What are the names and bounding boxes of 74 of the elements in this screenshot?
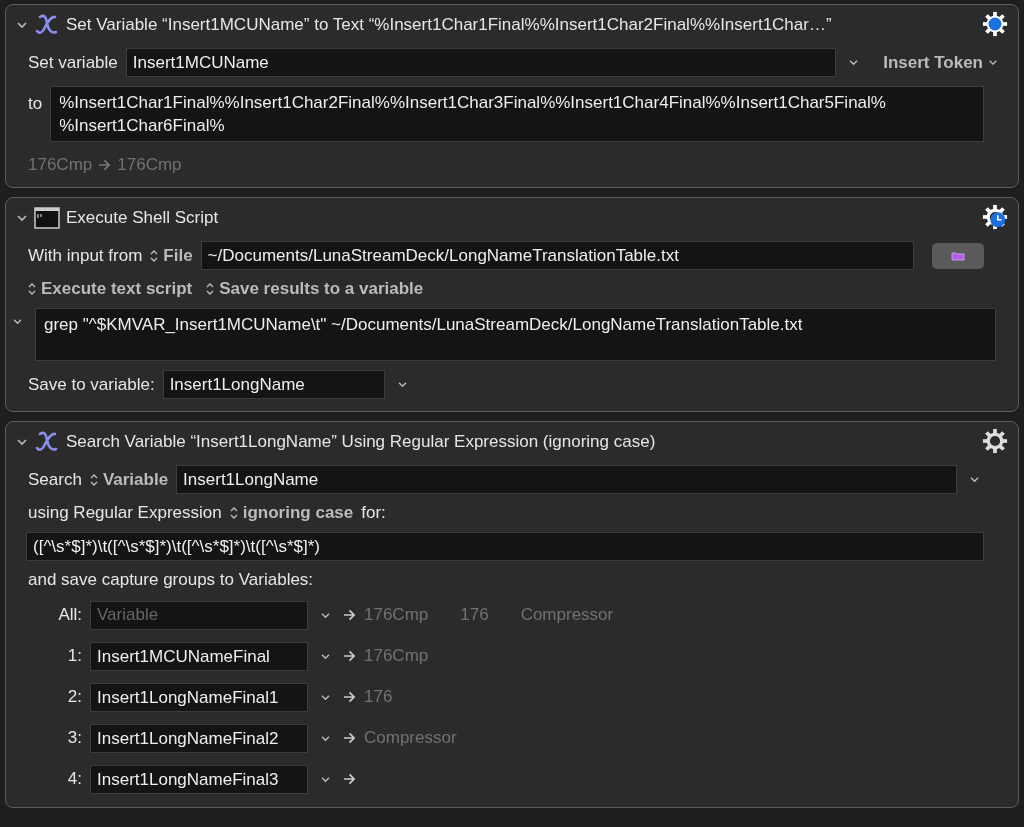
dropdown-chevron-icon[interactable] (320, 652, 331, 660)
variable-field[interactable]: Insert1MCUNameFinal (90, 641, 308, 671)
result-text: Compressor (520, 605, 614, 625)
updown-arrows-icon (28, 283, 36, 295)
result-text: 176Cmp (364, 646, 429, 666)
field-label: Set variable (28, 52, 118, 73)
updown-arrows-icon (89, 473, 98, 486)
action-title: Execute Shell Script (66, 208, 220, 228)
field-label: With input from (28, 245, 143, 266)
insert-token-button[interactable]: Insert Token (871, 52, 998, 73)
result-text: Compressor (364, 728, 457, 748)
dropdown-chevron-icon[interactable] (396, 381, 408, 388)
dropdown-chevron-icon[interactable] (969, 476, 980, 483)
dropdown-chevron-icon[interactable] (320, 734, 331, 742)
case-option-popup[interactable]: ignoring case (229, 503, 354, 523)
variable-field[interactable]: Insert1LongNameFinal3 (90, 764, 308, 794)
dropdown-chevron-icon[interactable] (320, 611, 331, 619)
terminal-icon (34, 207, 60, 229)
arrow-icon (343, 650, 356, 662)
capture-label: 1: (66, 646, 82, 666)
updown-arrows-icon (229, 507, 238, 519)
action-title: Set Variable “Insert1MCUName” to Text “%Insert1Char1Final%%Insert1Char2Final%%Insert1Char…” (66, 15, 833, 35)
caret-icon (988, 59, 998, 66)
result-text: 176 (364, 687, 393, 707)
field-label: using Regular Expression (28, 503, 222, 523)
updown-arrows-icon (150, 249, 159, 262)
arrow-icon (98, 159, 112, 171)
capture-label: 2: (66, 687, 82, 707)
settings-icon[interactable] (982, 11, 1008, 37)
folder-icon (951, 250, 965, 261)
field-label: Search (28, 469, 82, 490)
results-option-popup[interactable]: Save results to a variable (206, 279, 424, 299)
file-path-field[interactable]: ~/Documents/LunaStreamDeck/LongNameTranslationTable.txt (200, 241, 914, 270)
field-label: Save to variable: (28, 374, 155, 395)
arrow-icon (343, 691, 356, 703)
execute-option-popup[interactable]: Execute text script (28, 279, 193, 299)
result-text: 176 (460, 605, 489, 625)
settings-icon[interactable] (982, 428, 1008, 454)
variable-icon (34, 13, 60, 37)
variable-field[interactable]: Variable (90, 600, 308, 630)
gear-clock-icon[interactable] (982, 204, 1008, 230)
action-title: Search Variable “Insert1LongName” Using Regular Expression (ignoring case) (66, 432, 657, 452)
arrow-icon (343, 773, 356, 785)
dropdown-chevron-icon[interactable] (320, 693, 331, 701)
dropdown-chevron-icon[interactable] (320, 775, 331, 783)
variable-field[interactable]: Insert1LongNameFinal2 (90, 723, 308, 753)
field-label: to (28, 93, 43, 114)
variable-field[interactable]: Insert1LongName (176, 465, 957, 494)
chevron-icon[interactable] (16, 214, 28, 222)
preview-text: 176Cmp (28, 155, 93, 175)
variable-icon (34, 430, 60, 454)
capture-label: 4: (66, 769, 82, 789)
variable-field[interactable]: Insert1LongNameFinal1 (90, 682, 308, 712)
preview-text: 176Cmp (117, 155, 182, 175)
variable-field[interactable]: Insert1LongName (162, 370, 385, 399)
text-field[interactable]: %Insert1Char1Final%%Insert1Char2Final%%Insert1Char3Final%%Insert1Char4Final%%Insert1Char5Final% %Insert1Char6Final% (50, 86, 984, 142)
arrow-icon (343, 732, 356, 744)
dropdown-chevron-icon[interactable] (848, 59, 860, 66)
arrow-icon (343, 609, 356, 621)
variable-field[interactable]: Insert1MCUName (125, 48, 837, 77)
chevron-icon[interactable] (16, 438, 28, 446)
source-popup[interactable]: Variable (89, 469, 169, 490)
folder-button[interactable] (932, 242, 984, 269)
result-text: 176Cmp (364, 605, 429, 625)
updown-arrows-icon (206, 283, 215, 295)
chevron-icon[interactable] (16, 21, 28, 29)
pattern-field[interactable]: ([^\s*$]*)\t([^\s*$]*)\t([^\s*$]*)\t([^\s*$]*) (26, 532, 984, 561)
field-label: for: (361, 503, 386, 523)
capture-label: 3: (66, 728, 82, 748)
chevron-icon[interactable] (12, 318, 23, 325)
script-field[interactable]: grep "^$KMVAR_Insert1MCUName\t" ~/Documents/LunaStreamDeck/LongNameTranslationTable.txt (35, 308, 996, 361)
capture-label: All: (57, 605, 82, 625)
input-source-popup[interactable]: File (150, 245, 193, 266)
section-label: and save capture groups to Variables: (28, 570, 314, 590)
